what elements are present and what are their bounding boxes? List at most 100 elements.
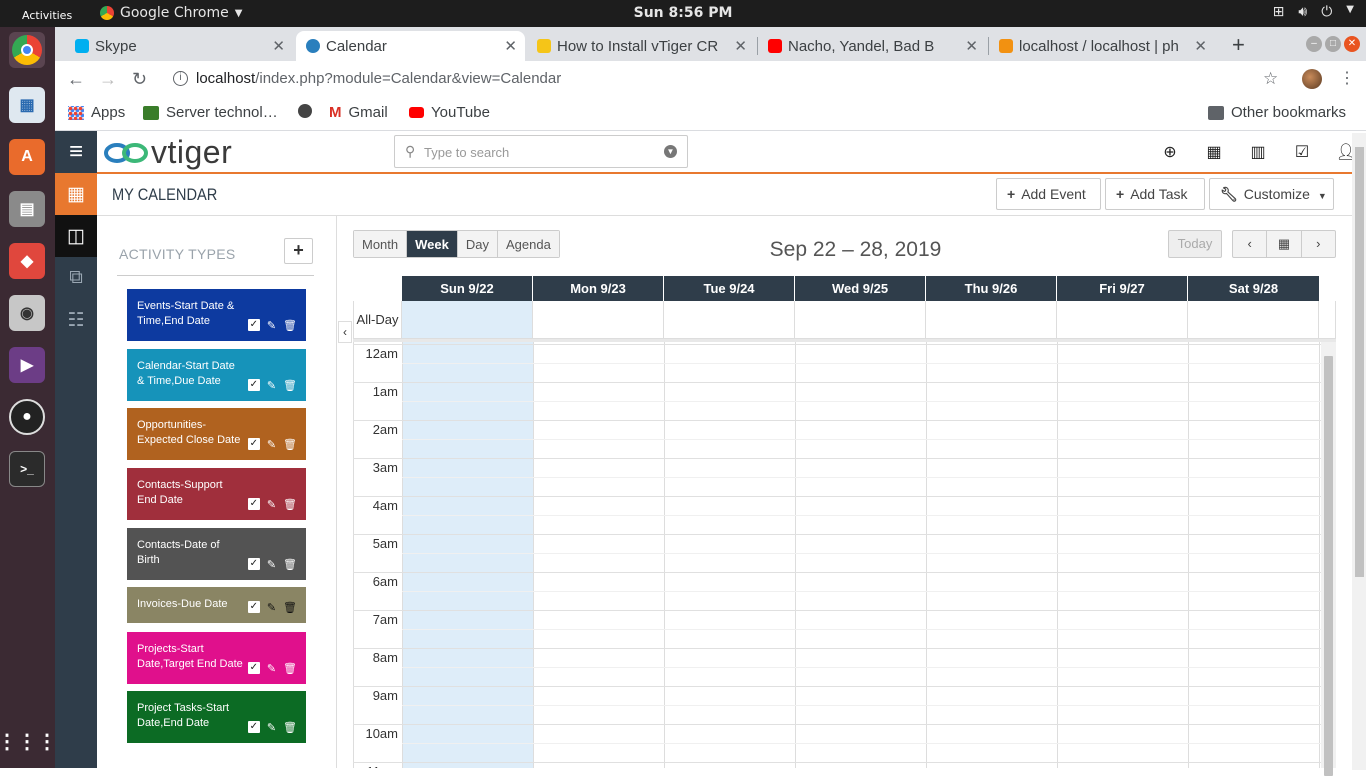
view-week-button[interactable]: Week	[407, 231, 458, 257]
chrome-launcher-icon[interactable]	[9, 32, 45, 68]
prev-week-button[interactable]: ‹	[1233, 231, 1268, 257]
all-day-cell[interactable]	[664, 301, 795, 339]
visibility-checkbox[interactable]: ✓	[247, 558, 260, 570]
tasks-icon[interactable]: ☑	[1290, 142, 1314, 162]
day-header[interactable]: Sun 9/22	[402, 276, 533, 301]
day-header[interactable]: Wed 9/25	[795, 276, 926, 301]
calendar-module-icon[interactable]: ▦	[55, 173, 97, 215]
calendar-icon[interactable]: ▦	[1202, 142, 1226, 162]
close-icon[interactable]: ✕	[1194, 37, 1207, 55]
view-day-button[interactable]: Day	[457, 231, 498, 257]
view-agenda-button[interactable]: Agenda	[498, 231, 559, 257]
edit-icon[interactable]: ✎	[267, 558, 276, 573]
new-tab-button[interactable]: +	[1232, 32, 1245, 58]
activity-type-item[interactable]: Projects-Start Date,Target End Date ✓ ✎ 🗑︎	[127, 632, 306, 684]
bookmark-server[interactable]: Server technol…	[143, 104, 278, 121]
list-view-icon[interactable]: ☷	[55, 299, 97, 341]
video-editor-icon[interactable]: ▶	[9, 347, 45, 383]
quick-create-icon[interactable]: ⊕	[1158, 142, 1182, 162]
delete-icon[interactable]: 🗑︎	[283, 721, 297, 736]
shared-calendar-icon[interactable]: ⧉	[55, 257, 97, 299]
edit-icon[interactable]: ✎	[267, 438, 276, 453]
all-day-cell[interactable]	[1188, 301, 1319, 339]
grid-scrollbar[interactable]	[1321, 342, 1336, 776]
edit-icon[interactable]: ✎	[267, 721, 276, 736]
bookmark-globe[interactable]	[298, 104, 312, 118]
tab-youtube[interactable]: Nacho, Yandel, Bad B ✕	[758, 31, 986, 61]
delete-icon[interactable]: 🗑︎	[283, 438, 297, 453]
day-header[interactable]: Sat 9/28	[1188, 276, 1320, 301]
bookmark-youtube[interactable]: YouTube	[409, 104, 490, 121]
time-grid[interactable]: 12am 1am 2am 3am 4am 5am 6am 7am 8am 9am 10am 11am	[353, 342, 1321, 768]
maximize-button[interactable]: □	[1325, 36, 1341, 52]
anydesk-icon[interactable]: ◆	[9, 243, 45, 279]
delete-icon[interactable]: 🗑︎	[283, 379, 297, 394]
terminal-icon[interactable]: >_	[9, 451, 45, 487]
bookmark-other[interactable]: Other bookmarks	[1208, 104, 1346, 121]
back-button[interactable]: ←	[67, 69, 85, 90]
tab-skype[interactable]: Skype ✕	[65, 31, 293, 61]
all-day-cell[interactable]	[1057, 301, 1188, 339]
close-icon[interactable]: ✕	[272, 37, 285, 55]
chrome-menu-icon[interactable]: ⋮	[1339, 68, 1355, 88]
activity-type-item[interactable]: Contacts-Date of Birth ✓ ✎ 🗑︎	[127, 528, 306, 580]
delete-icon[interactable]: 🗑︎	[283, 498, 297, 513]
all-day-cell[interactable]	[533, 301, 664, 339]
close-window-button[interactable]: ✕	[1344, 36, 1360, 52]
all-day-cell[interactable]	[926, 301, 1057, 339]
edit-icon[interactable]: ✎	[267, 319, 276, 334]
close-icon[interactable]: ✕	[504, 37, 517, 55]
system-tray[interactable]: ⊞ 🔊︎ ⏻ ▼	[1273, 4, 1354, 20]
activity-type-item[interactable]: Project Tasks-Start Date,End Date ✓ ✎ 🗑︎	[127, 691, 306, 743]
all-day-cell[interactable]	[795, 301, 926, 339]
minimize-button[interactable]: –	[1306, 36, 1322, 52]
today-button[interactable]: Today	[1168, 230, 1222, 258]
show-apps-icon[interactable]: ⋮⋮⋮	[0, 723, 57, 759]
edit-icon[interactable]: ✎	[267, 379, 276, 394]
chevron-down-icon[interactable]: ▼	[664, 145, 677, 158]
obs-icon[interactable]: ●	[9, 399, 45, 435]
activity-type-item[interactable]: Events-Start Date & Time,End Date ✓ ✎ 🗑︎	[127, 289, 306, 341]
edit-icon[interactable]: ✎	[267, 498, 276, 513]
next-week-button[interactable]: ›	[1302, 231, 1335, 257]
scrollbar-thumb[interactable]	[1355, 147, 1364, 577]
hamburger-menu-icon[interactable]: ≡	[55, 131, 97, 173]
add-event-button[interactable]: + Add Event	[996, 178, 1101, 210]
my-calendar-icon[interactable]: ◫	[55, 215, 97, 257]
profile-avatar[interactable]	[1302, 69, 1322, 89]
visibility-checkbox[interactable]: ✓	[247, 319, 260, 331]
view-month-button[interactable]: Month	[354, 231, 408, 257]
delete-icon[interactable]: 🗑︎	[283, 662, 297, 677]
reports-icon[interactable]: ▥	[1246, 142, 1270, 162]
bookmark-gmail[interactable]: M Gmail	[329, 104, 388, 121]
app-menu[interactable]: Google Chrome ▼	[100, 5, 242, 21]
date-picker-icon[interactable]: ▦	[1267, 231, 1302, 257]
delete-icon[interactable]: 🗑︎	[283, 558, 297, 573]
visibility-checkbox[interactable]: ✓	[247, 498, 260, 510]
add-activity-type-button[interactable]: +	[284, 238, 313, 264]
reload-button[interactable]: ↻	[132, 69, 147, 90]
tab-phpmyadmin[interactable]: localhost / localhost | ph ✕	[989, 31, 1215, 61]
page-scrollbar[interactable]	[1352, 133, 1366, 770]
all-day-cell[interactable]	[402, 301, 533, 339]
global-search[interactable]: ⚲ Type to search ▼	[394, 135, 688, 168]
delete-icon[interactable]: 🗑︎	[283, 601, 297, 616]
forward-button[interactable]: →	[99, 69, 117, 90]
activity-type-item[interactable]: Calendar-Start Date & Time,Due Date ✓ ✎ 🗑︎	[127, 349, 306, 401]
edit-icon[interactable]: ✎	[267, 601, 276, 616]
visibility-checkbox[interactable]: ✓	[247, 379, 260, 391]
close-icon[interactable]: ✕	[965, 37, 978, 55]
camera-icon[interactable]: ◉	[9, 295, 45, 331]
file-manager-icon[interactable]: ▤	[9, 191, 45, 227]
tab-calendar[interactable]: Calendar ✕	[296, 31, 525, 61]
collapse-panel-button[interactable]: ‹	[338, 321, 352, 343]
day-header[interactable]: Thu 9/26	[926, 276, 1057, 301]
add-task-button[interactable]: + Add Task	[1105, 178, 1205, 210]
address-bar[interactable]: i localhost /index.php?module=Calendar&v…	[173, 70, 561, 87]
visibility-checkbox[interactable]: ✓	[247, 438, 260, 450]
activity-type-item[interactable]: Invoices-Due Date ✓ ✎ 🗑︎	[127, 587, 306, 623]
bookmark-apps[interactable]: Apps	[68, 104, 125, 121]
image-viewer-icon[interactable]: ▦	[9, 87, 45, 123]
close-icon[interactable]: ✕	[734, 37, 747, 55]
day-header[interactable]: Mon 9/23	[533, 276, 664, 301]
